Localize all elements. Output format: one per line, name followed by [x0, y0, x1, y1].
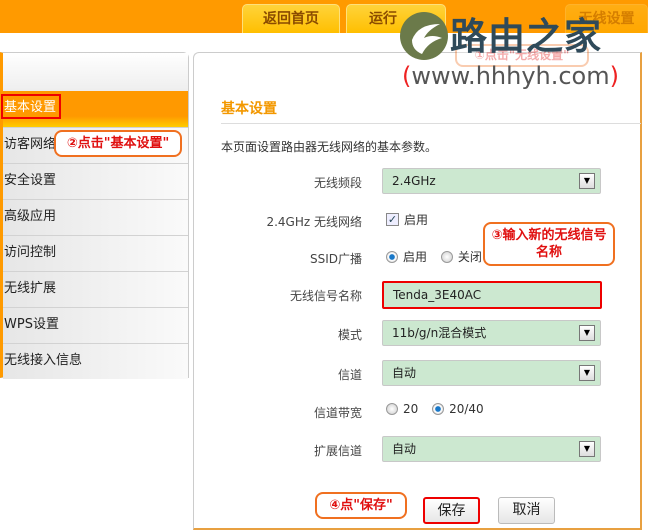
ssid-input[interactable]: Tenda_3E40AC: [382, 281, 602, 309]
network-enable-checkbox[interactable]: ✓: [386, 213, 399, 226]
sidebar-item-wps[interactable]: WPS设置: [3, 307, 188, 343]
ext-channel-value: 自动: [392, 442, 417, 456]
paren-open: (: [402, 62, 412, 90]
sidebar-item-extension[interactable]: 无线扩展: [3, 271, 188, 307]
page-title: 基本设置: [221, 101, 277, 117]
band-value: 2.4GHz: [392, 174, 436, 188]
url-text: www.hhhyh.com: [411, 62, 610, 90]
ssid-broadcast-label: SSID广播: [309, 252, 362, 266]
bandwidth-label: 信道带宽: [313, 406, 362, 420]
mode-value: 11b/g/n混合模式: [392, 326, 487, 340]
network-label: 2.4GHz 无线网络: [266, 215, 362, 229]
watermark-name: 路由之家: [450, 15, 602, 58]
mode-label: 模式: [337, 328, 362, 342]
channel-value: 自动: [392, 366, 417, 380]
paren-close: ): [609, 62, 619, 90]
bandwidth-2040-label: 20/40: [449, 402, 484, 416]
annotation-step2: ②点击"基本设置": [54, 130, 182, 157]
annotation-step4: ④点"保存": [315, 492, 407, 519]
annotation-step3: ③输入新的无线信号名称: [483, 222, 615, 266]
bandwidth-2040-radio[interactable]: [432, 403, 445, 415]
channel-select[interactable]: 自动 ▼: [382, 360, 601, 386]
leaf-logo-icon: [400, 12, 448, 60]
ssid-broadcast-off-radio[interactable]: [440, 250, 453, 263]
page-description: 本页面设置路由器无线网络的基本参数。: [221, 140, 438, 154]
cancel-button[interactable]: 取消: [498, 497, 555, 524]
divider: [221, 123, 641, 124]
sidebar-item-security[interactable]: 安全设置: [3, 163, 188, 199]
ext-channel-label: 扩展信道: [313, 444, 362, 458]
chevron-down-icon[interactable]: ▼: [579, 325, 595, 341]
save-button[interactable]: 保存: [423, 497, 480, 524]
sidebar-header: [3, 53, 188, 91]
highlight-basic: [1, 94, 61, 119]
mode-select[interactable]: 11b/g/n混合模式 ▼: [382, 320, 601, 346]
bandwidth-20-radio[interactable]: [386, 403, 398, 415]
ssid-broadcast-off-label: 关闭: [457, 250, 482, 264]
ssid-label: 无线信号名称: [289, 289, 362, 303]
band-label: 无线频段: [313, 176, 362, 190]
band-select[interactable]: 2.4GHz ▼: [382, 168, 601, 194]
sidebar-item-advanced[interactable]: 高级应用: [3, 199, 188, 235]
ssid-broadcast-on-radio[interactable]: [386, 250, 398, 263]
chevron-down-icon[interactable]: ▼: [579, 173, 595, 189]
ssid-broadcast-on-label: 启用: [403, 250, 428, 264]
ext-channel-select[interactable]: 自动 ▼: [382, 436, 601, 462]
sidebar-item-access-control[interactable]: 访问控制: [3, 235, 188, 271]
chevron-down-icon[interactable]: ▼: [579, 365, 595, 381]
tab-home[interactable]: 返回首页: [242, 4, 340, 33]
network-enable-label: 启用: [404, 213, 429, 227]
watermark-url: (www.hhhyh.com): [402, 62, 619, 90]
sidebar-item-clients[interactable]: 无线接入信息: [3, 343, 188, 379]
channel-label: 信道: [337, 368, 362, 382]
chevron-down-icon[interactable]: ▼: [579, 441, 595, 457]
bandwidth-20-label: 20: [403, 402, 419, 416]
